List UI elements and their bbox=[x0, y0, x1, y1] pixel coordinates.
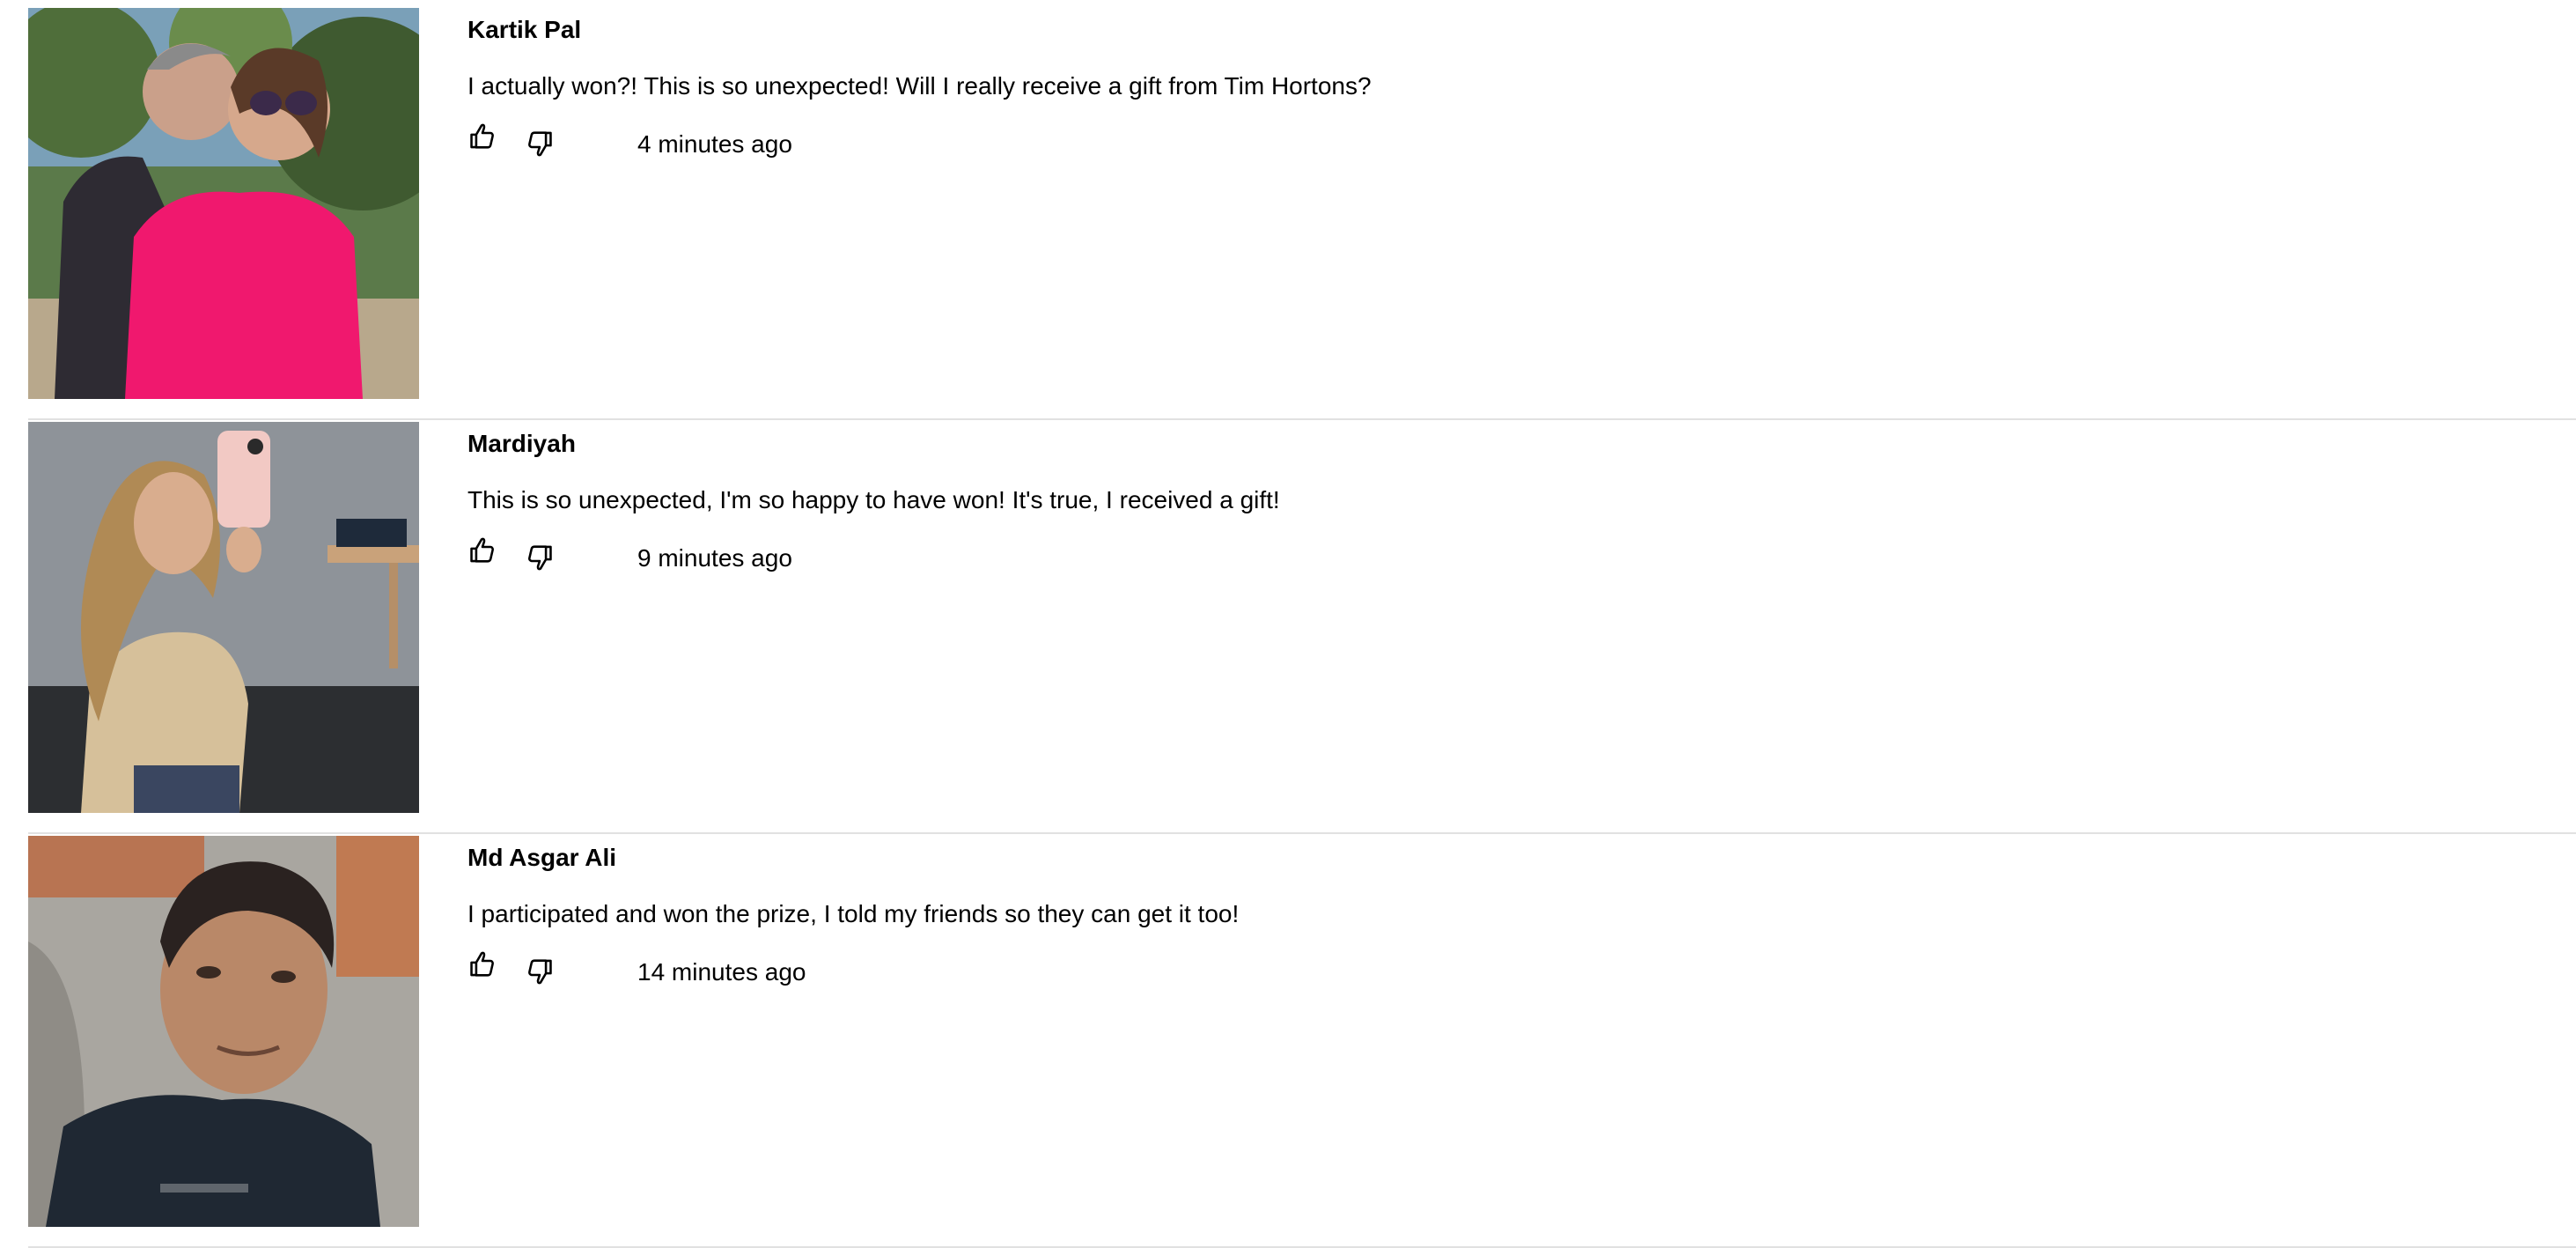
comment-timestamp: 9 minutes ago bbox=[637, 544, 792, 572]
avatar bbox=[28, 836, 419, 1227]
commenter-name: Mardiyah bbox=[467, 430, 576, 457]
comment-item: Md Asgar Ali I participated and won the … bbox=[28, 836, 2576, 1248]
comment-actions: 4 minutes ago bbox=[467, 125, 2492, 164]
thumbs-down-icon[interactable] bbox=[525, 956, 555, 992]
commenter-name: Kartik Pal bbox=[467, 16, 582, 43]
comment-actions: 9 minutes ago bbox=[467, 539, 2492, 578]
comment-list: Kartik Pal I actually won?! This is so u… bbox=[28, 8, 2576, 1248]
avatar-photo bbox=[28, 8, 419, 399]
comment-item: Mardiyah This is so unexpected, I'm so h… bbox=[28, 422, 2576, 834]
thumbs-up-icon[interactable] bbox=[467, 949, 497, 985]
comment-actions: 14 minutes ago bbox=[467, 953, 2492, 992]
commenter-name: Md Asgar Ali bbox=[467, 844, 617, 871]
avatar-photo bbox=[28, 836, 419, 1227]
thumbs-up-icon[interactable] bbox=[467, 122, 497, 157]
comment-timestamp: 14 minutes ago bbox=[637, 958, 806, 986]
thumbs-down-icon[interactable] bbox=[525, 543, 555, 578]
avatar-photo bbox=[28, 422, 419, 813]
comment-item: Kartik Pal I actually won?! This is so u… bbox=[28, 8, 2576, 420]
avatar bbox=[28, 8, 419, 399]
thumbs-down-icon[interactable] bbox=[525, 129, 555, 164]
comment-timestamp: 4 minutes ago bbox=[637, 130, 792, 158]
avatar bbox=[28, 422, 419, 813]
comment-text: This is so unexpected, I'm so happy to h… bbox=[467, 486, 1280, 513]
comment-text: I actually won?! This is so unexpected! … bbox=[467, 72, 1372, 100]
comment-text: I participated and won the prize, I told… bbox=[467, 900, 1240, 927]
thumbs-up-icon[interactable] bbox=[467, 535, 497, 571]
